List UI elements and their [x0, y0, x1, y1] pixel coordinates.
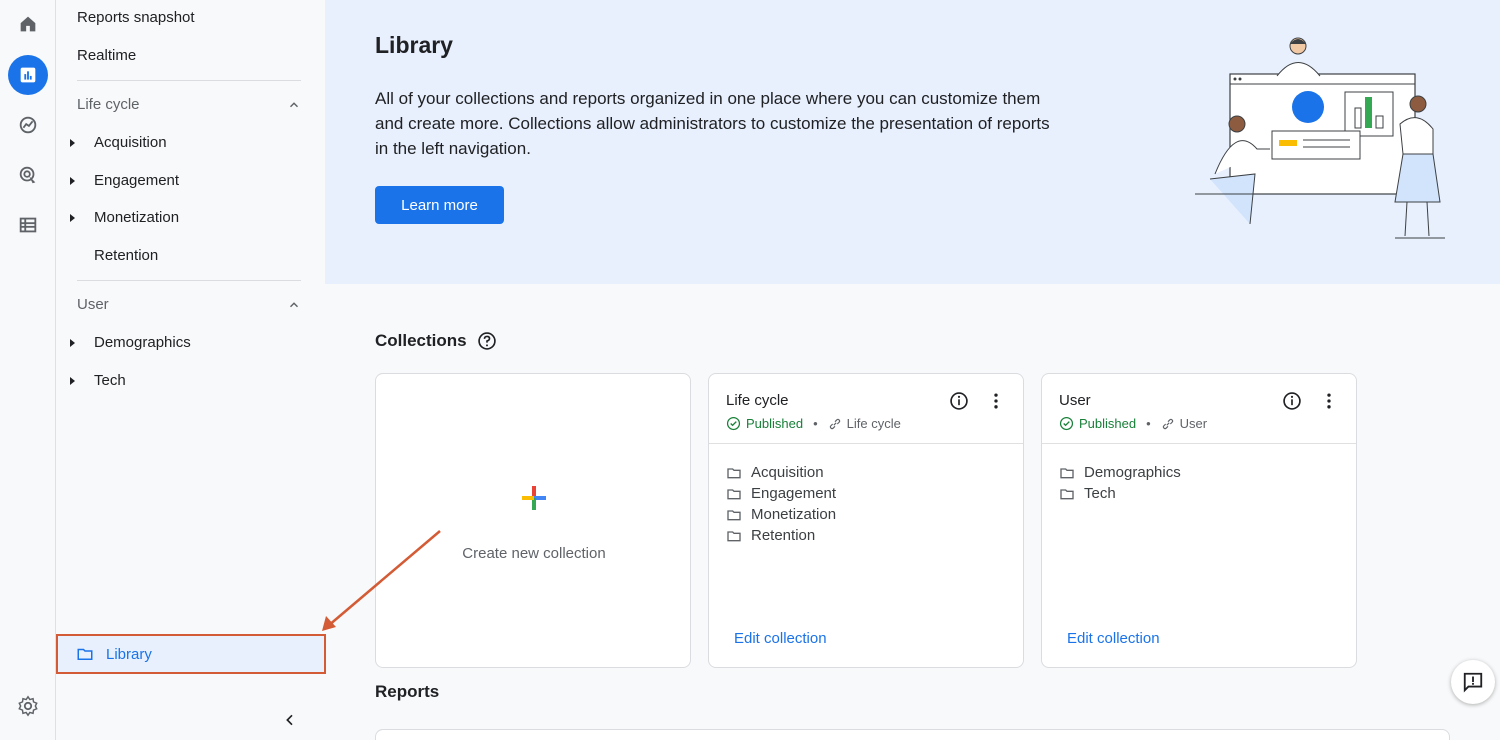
sidebar-item-acquisition[interactable]: Acquisition — [94, 134, 167, 151]
status-text: Published — [746, 416, 804, 431]
collections-heading: Collections — [375, 331, 467, 350]
card-title: Life cycle — [726, 392, 789, 409]
chevron-up-icon[interactable] — [287, 298, 301, 312]
sidebar-item-retention[interactable]: Retention — [94, 247, 158, 264]
card-meta: Published • Life cycle — [726, 416, 901, 431]
edit-collection-link[interactable]: Edit collection — [1067, 630, 1160, 647]
page-title: Library — [375, 32, 453, 58]
more-vert-icon[interactable] — [1319, 391, 1339, 411]
folder-label: Demographics — [1084, 464, 1181, 481]
folder-list: Acquisition Engagement Monetization Rete… — [726, 462, 836, 546]
list-item[interactable]: Demographics — [1059, 462, 1181, 483]
card-title: User — [1059, 392, 1091, 409]
help-icon[interactable] — [477, 331, 497, 351]
card-header: Life cycle Published • Life cycle — [709, 374, 1023, 444]
collection-card-life-cycle: Life cycle Published • Life cycle Acquis… — [708, 373, 1024, 668]
collapse-sidebar-button[interactable] — [278, 708, 302, 732]
list-item[interactable]: Acquisition — [726, 462, 836, 483]
sidebar-item-tech[interactable]: Tech — [94, 372, 126, 389]
sidebar-item-reports-snapshot[interactable]: Reports snapshot — [77, 9, 195, 26]
section-label: User — [77, 296, 109, 313]
plus-icon — [522, 486, 546, 510]
chevron-left-icon — [286, 714, 293, 726]
info-icon[interactable] — [949, 391, 969, 411]
nav-rail — [0, 0, 56, 740]
reports-icon[interactable] — [8, 55, 48, 95]
folder-label: Acquisition — [751, 464, 824, 481]
tag-text: User — [1179, 416, 1208, 431]
sidebar-item-engagement[interactable]: Engagement — [94, 172, 179, 189]
template-tag: Life cycle — [828, 416, 901, 431]
sidebar-section-user[interactable]: User — [77, 296, 301, 313]
folder-label: Tech — [1084, 485, 1116, 502]
sidebar-item-realtime[interactable]: Realtime — [77, 47, 136, 64]
folder-icon — [1060, 467, 1074, 478]
separator-dot: • — [813, 416, 818, 431]
caret-right-icon[interactable] — [70, 139, 75, 147]
reports-table-container — [375, 729, 1450, 740]
info-icon[interactable] — [1282, 391, 1302, 411]
check-circle-icon — [1059, 416, 1074, 431]
sidebar-item-monetization[interactable]: Monetization — [94, 209, 179, 226]
folder-list: Demographics Tech — [1059, 462, 1181, 504]
configure-icon[interactable] — [8, 205, 48, 245]
settings-gear-icon[interactable] — [8, 686, 48, 726]
edit-collection-link[interactable]: Edit collection — [734, 630, 827, 647]
folder-icon — [727, 509, 741, 520]
caret-right-icon[interactable] — [70, 214, 75, 222]
caret-right-icon[interactable] — [70, 377, 75, 385]
card-header: User Published • User — [1042, 374, 1356, 444]
sidebar-item-library[interactable]: Library — [56, 634, 326, 674]
sidebar-item-demographics[interactable]: Demographics — [94, 334, 191, 351]
feedback-button[interactable] — [1451, 660, 1495, 704]
sidebar-divider — [77, 80, 301, 81]
folder-icon — [727, 488, 741, 499]
card-meta: Published • User — [1059, 416, 1207, 431]
chevron-up-icon[interactable] — [287, 98, 301, 112]
folder-icon — [77, 648, 93, 660]
tag-text: Life cycle — [846, 416, 901, 431]
status-text: Published — [1079, 416, 1137, 431]
sidebar-item-label: Library — [106, 645, 152, 663]
link-icon — [1162, 418, 1173, 429]
folder-label: Engagement — [751, 485, 837, 502]
link-icon — [829, 418, 840, 429]
explore-icon[interactable] — [8, 105, 48, 145]
folder-icon — [1060, 488, 1074, 499]
library-hero-banner: Library All of your collections and repo… — [325, 0, 1500, 284]
check-circle-icon — [726, 416, 741, 431]
annotation-arrow — [322, 530, 441, 631]
library-page: Reports snapshot Realtime Life cycle Acq… — [0, 0, 1500, 740]
folder-icon — [727, 530, 741, 541]
feedback-icon — [1463, 672, 1483, 693]
home-icon[interactable] — [8, 4, 48, 44]
list-item[interactable]: Retention — [726, 525, 836, 546]
template-tag: User — [1161, 416, 1207, 431]
section-label: Life cycle — [77, 96, 140, 113]
sidebar-section-life-cycle[interactable]: Life cycle — [77, 96, 301, 113]
folder-label: Monetization — [751, 506, 837, 523]
advertising-icon[interactable] — [8, 155, 48, 195]
list-item[interactable]: Engagement — [726, 483, 836, 504]
reports-heading: Reports — [375, 682, 440, 701]
caret-right-icon[interactable] — [70, 339, 75, 347]
folder-label: Retention — [751, 527, 816, 544]
list-item[interactable]: Monetization — [726, 504, 836, 525]
caret-right-icon[interactable] — [70, 177, 75, 185]
more-vert-icon[interactable] — [986, 391, 1006, 411]
list-item[interactable]: Tech — [1059, 483, 1181, 504]
learn-more-button[interactable]: Learn more — [375, 186, 504, 224]
status-badge: Published — [1059, 416, 1136, 431]
status-badge: Published — [726, 416, 803, 431]
separator-dot: • — [1146, 416, 1151, 431]
hero-description: All of your collections and reports orga… — [375, 89, 1050, 158]
collaboration-illustration — [1195, 37, 1445, 239]
folder-icon — [727, 467, 741, 478]
reports-sidebar: Reports snapshot Realtime Life cycle Acq… — [56, 0, 326, 740]
collection-card-user: User Published • User Demographics Tech … — [1041, 373, 1357, 668]
sidebar-divider — [77, 280, 301, 281]
